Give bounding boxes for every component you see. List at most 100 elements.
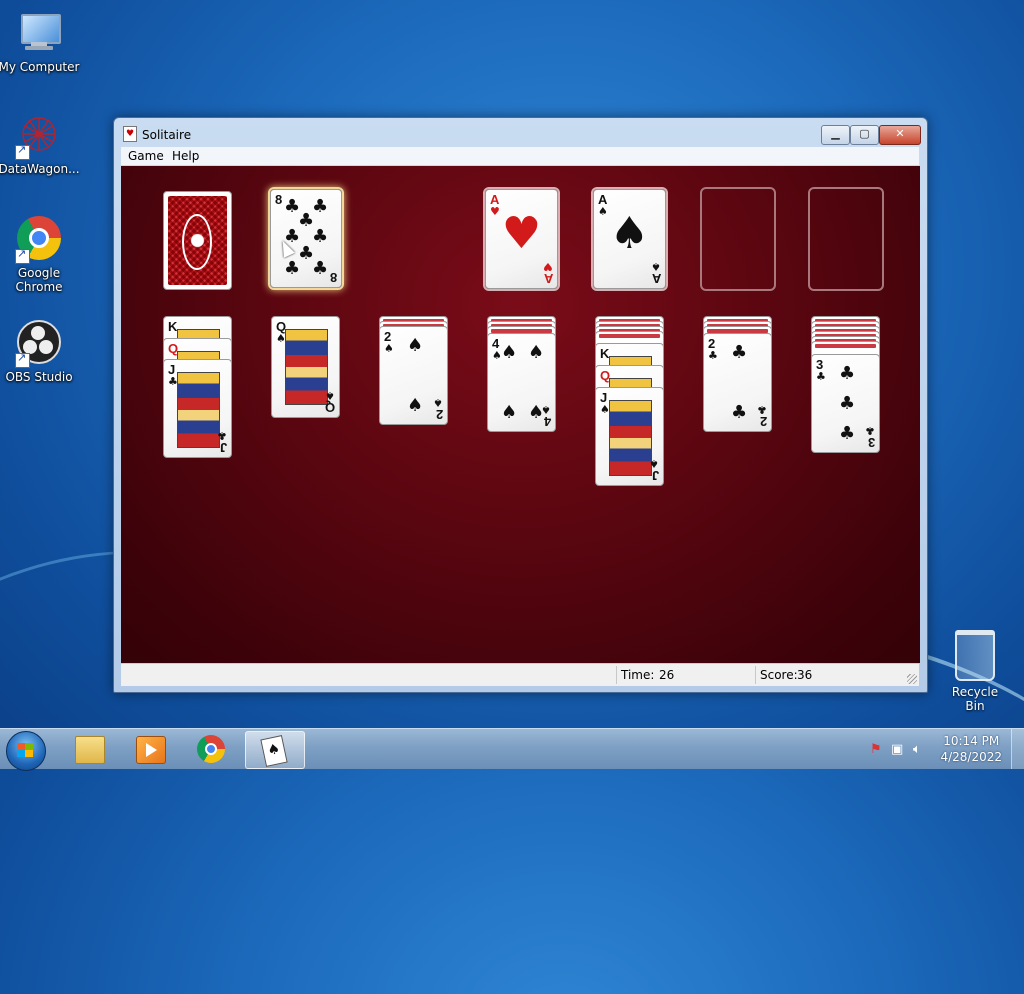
solitaire-window: ♥ Solitaire ▁ ▢ ✕ Game Help 8 8 ♣ ♣ ♣ ♣ … [113,117,928,693]
score-label: Score: [760,668,798,682]
game-board: 8 8 ♣ ♣ ♣ ♣ ♣ ♣ ♣ ♣ A ♥ ♥ ♥ A A ♠ ♠ ♠ A [121,166,920,663]
status-divider [755,666,756,684]
foundation-empty-slot[interactable] [700,187,776,291]
media-player-icon [136,736,166,764]
spade-icon: ♠ [501,342,518,363]
club-icon: ♣ [839,363,856,384]
desktop-icon-label: DataWagon... [0,162,80,176]
start-button[interactable] [6,731,46,771]
taskbar-file-explorer[interactable] [60,731,118,767]
status-divider [616,666,617,684]
card-rank: 3 [867,435,875,450]
title-bar[interactable]: ♥ Solitaire ▁ ▢ ✕ [114,118,927,146]
windows-logo-icon [17,743,33,757]
club-icon: ♣ [731,402,748,423]
desktop-icon-obs-studio[interactable]: OBS Studio [0,320,81,384]
desktop-icon-datawagon[interactable]: DataWagon... [0,112,81,176]
close-button[interactable]: ✕ [879,125,921,145]
spade-icon: ♠ [407,395,424,416]
card-rank: J [651,468,659,483]
system-tray: ⚑ ▣ 🔈︎ 10:14 PM 4/28/2022 [864,729,1024,769]
shortcut-arrow-icon [15,247,30,264]
chrome-icon [197,735,225,763]
spade-icon: ♠ [609,208,650,259]
spade-icon: ♠ [384,342,394,355]
waste-card[interactable]: 8 8 ♣ ♣ ♣ ♣ ♣ ♣ ♣ ♣ [270,189,342,288]
foundation-hearts[interactable]: A ♥ ♥ ♥ A [485,189,558,289]
spade-icon: ♠ [528,342,545,363]
card-rank: A [651,271,661,286]
tableau-card[interactable]: 4 ♠ ♠ ♠ ♠ ♠ ♠ 4 [487,333,556,432]
desktop-icon-label: Google Chrome [15,266,63,294]
solitaire-app-icon: ♥ [123,126,137,142]
solitaire-icon: ♠ [260,735,288,767]
spade-icon: ♠ [501,402,518,423]
chrome-icon [15,216,63,264]
clock[interactable]: 10:14 PM 4/28/2022 [940,733,1002,765]
card-back-pattern [168,196,227,285]
card-rank: 8 [329,270,337,285]
folder-icon [75,736,105,764]
network-icon[interactable]: ▣ [891,742,903,757]
card-rank: 8 [275,192,283,207]
desktop-icon-label: OBS Studio [5,370,73,384]
show-desktop-button[interactable] [1011,729,1024,769]
time-value: 26 [659,668,675,682]
datawagon-icon [15,112,63,160]
club-icon: ♣ [816,370,826,383]
foundation-spades[interactable]: A ♠ ♠ ♠ A [593,189,666,289]
tableau-card[interactable]: 2 ♠ ♠ ♠ ♠ 2 [379,326,448,425]
recycle-bin-icon [955,630,995,681]
taskbar-google-chrome[interactable] [182,731,240,767]
tableau-card[interactable]: Q ♠ ♠ Q [271,316,340,418]
minimize-button[interactable]: ▁ [821,125,850,145]
taskbar-solitaire[interactable]: ♠ [245,731,305,769]
jack-face-art [609,400,652,476]
clock-date: 4/28/2022 [940,750,1002,764]
desktop-icon-label: My Computer [0,60,80,74]
heart-icon: ♥ [501,208,542,259]
score-value: 36 [797,668,813,682]
desktop-icon-my-computer[interactable]: My Computer [0,10,81,74]
maximize-button[interactable]: ▢ [850,125,879,145]
club-icon: ♣ [839,393,856,414]
card-rank: 2 [759,414,767,429]
foundation-empty-slot[interactable] [808,187,884,291]
tableau-card[interactable]: 2 ♣ ♣ ♣ ♣ 2 [703,333,772,432]
tableau-card[interactable]: J ♠ ♠ J [595,387,664,486]
tableau-card[interactable]: J ♣ ♣ J [163,359,232,458]
desktop-icon-recycle-bin[interactable]: Recycle Bin [942,630,1008,713]
obs-icon [15,320,63,368]
spade-icon: ♠ [407,335,424,356]
menu-help[interactable]: Help [172,149,199,163]
status-bar: Time: 26 Score: 36 [121,663,919,686]
desktop-icon-google-chrome[interactable]: Google Chrome [0,216,81,294]
taskbar: ♠ ⚑ ▣ 🔈︎ 10:14 PM 4/28/2022 [0,728,1024,771]
menu-game[interactable]: Game [128,149,164,163]
shortcut-arrow-icon [15,351,30,368]
tableau-card[interactable]: 3 ♣ ♣ ♣ ♣ ♣ 3 [811,354,880,453]
volume-icon[interactable]: 🔈︎ [913,742,921,757]
club-icon: ♣ [284,258,301,279]
window-title: Solitaire [142,128,192,142]
card-rank: 4 [543,414,551,429]
shortcut-arrow-icon [15,143,30,160]
club-icon: ♣ [708,349,718,362]
card-rank: K [600,346,610,361]
stock-pile[interactable] [163,191,232,290]
club-icon: ♣ [312,258,329,279]
queen-face-art [285,329,328,405]
club-icon: ♣ [312,196,329,217]
card-rank: A [543,271,553,286]
resize-grip[interactable] [907,674,917,684]
taskbar-media-player[interactable] [121,731,179,767]
club-icon: ♣ [731,342,748,363]
action-center-flag-icon[interactable]: ⚑ [870,742,882,757]
clock-time: 10:14 PM [943,734,1000,748]
computer-icon [15,10,63,58]
club-icon: ♣ [312,226,329,247]
desktop-icon-label: Recycle Bin [951,685,999,713]
card-rank: Q [324,400,335,415]
card-rank: 2 [435,407,443,422]
card-rank: J [219,440,227,455]
